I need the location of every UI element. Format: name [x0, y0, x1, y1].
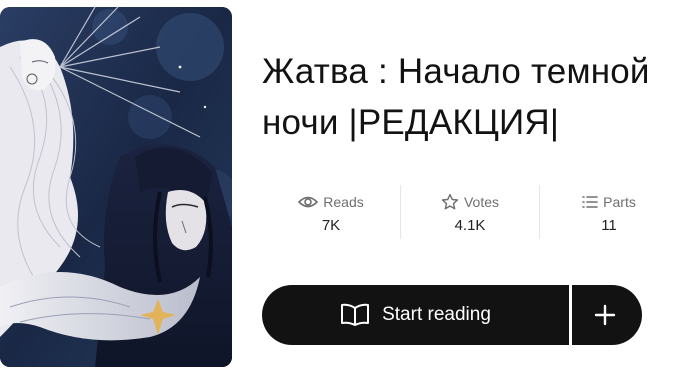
story-title-line-1: Жатва : Начало темной [262, 52, 650, 91]
story-info-page: Жатва : Начало темной ночи |РЕДАКЦИЯ| Re… [0, 0, 680, 372]
stat-reads-label: Reads [323, 193, 364, 210]
start-reading-button[interactable]: Start reading [262, 285, 569, 345]
open-book-icon [340, 303, 370, 327]
story-title: Жатва : Начало темной ночи |РЕДАКЦИЯ| [262, 46, 672, 148]
stat-votes-header: Votes [441, 191, 499, 213]
add-to-library-button[interactable] [572, 285, 642, 345]
start-reading-label: Start reading [382, 304, 491, 325]
plus-icon [594, 304, 616, 326]
stat-parts-label: Parts [603, 193, 636, 210]
stat-votes: Votes 4.1K [400, 185, 539, 239]
book-cover-image[interactable] [0, 7, 232, 367]
cover-illustration [0, 7, 232, 367]
stat-parts-value: 11 [601, 216, 617, 234]
stat-reads-header: Reads [298, 191, 364, 213]
stat-votes-label: Votes [463, 193, 500, 210]
story-stats: Reads 7K Votes 4.1K Parts 11 [262, 185, 678, 239]
list-icon [582, 195, 598, 209]
star-icon [441, 193, 459, 211]
stat-parts: Parts 11 [539, 185, 678, 239]
story-title-line-2: ночи |РЕДАКЦИЯ| [262, 103, 560, 142]
stat-reads-value: 7K [321, 216, 341, 234]
stat-reads: Reads 7K [262, 185, 400, 239]
stat-parts-header: Parts [582, 191, 636, 213]
stat-votes-value: 4.1K [454, 216, 486, 234]
eye-icon [298, 194, 319, 210]
